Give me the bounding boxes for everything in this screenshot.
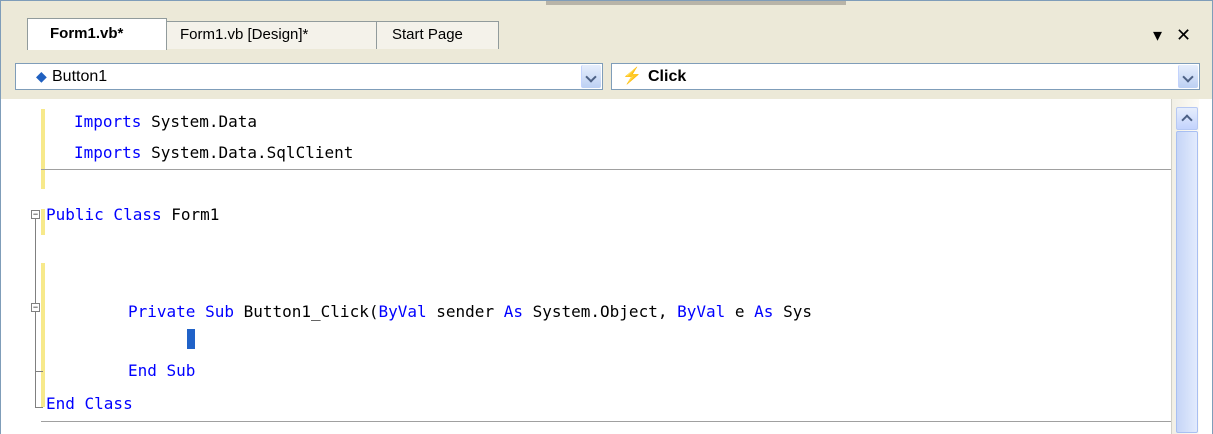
code-line: End Sub [128,358,195,384]
code-text: System.Data [141,112,258,131]
keyword: As [503,302,523,321]
navigation-bar: ◆ Button1 ⚡ Click [1,49,1212,99]
outline-line [35,312,36,407]
keyword: Public Class [46,205,162,224]
code-line: Imports System.Data [74,109,257,135]
keyword: End Sub [128,361,196,380]
outline-line [35,219,36,307]
close-icon[interactable]: ✕ [1176,25,1191,46]
vertical-scrollbar[interactable] [1171,99,1200,434]
code-editor-window: Start Page Form1.vb [Design]* Form1.vb* … [0,0,1213,434]
tab-start-page[interactable]: Start Page [369,21,499,49]
collapse-icon[interactable]: − [31,303,40,312]
event-combo[interactable]: ⚡ Click [611,63,1200,90]
tab-form1-design[interactable]: Form1.vb [Design]* [157,21,377,49]
document-tabstrip: Start Page Form1.vb [Design]* Form1.vb* … [1,1,1212,50]
code-text: Sys [773,302,812,321]
chevron-down-icon[interactable] [581,65,601,88]
keyword: Imports [74,143,142,162]
code-line: End Class [46,391,133,417]
code-text: System.Data.SqlClient [141,143,354,162]
code-text: Form1 [161,205,220,224]
code-area[interactable]: Imports System.Data Imports System.Data.… [41,99,1171,434]
scroll-thumb[interactable] [1176,131,1198,433]
tab-label: Form1.vb* [50,25,124,42]
object-combo-value: Button1 [52,68,108,85]
editor-gutter: − − [1,99,45,434]
triangle-down-icon[interactable]: ▾ [1153,25,1162,46]
code-text: sender [426,302,504,321]
line-separator [41,169,1171,170]
tab-label: Form1.vb [Design]* [180,26,309,43]
scroll-up-icon[interactable] [1176,107,1198,130]
tab-label: Start Page [392,26,463,43]
line-separator [41,421,1171,422]
keyword: ByVal [677,302,726,321]
chevron-down-icon[interactable] [1178,65,1198,88]
code-text: e [725,302,755,321]
keyword: As [754,302,774,321]
keyword: Imports [74,112,142,131]
text-caret [187,329,195,349]
keyword: Private Sub [128,302,234,321]
object-combo[interactable]: ◆ Button1 [15,63,603,90]
code-editor[interactable]: − − Imports System.Data Imports System.D… [1,99,1171,434]
event-combo-value: Click [648,68,687,85]
lightning-icon: ⚡ [622,68,642,85]
keyword: End Class [46,394,133,413]
code-line: Imports System.Data.SqlClient [74,140,353,166]
code-line: Public Class Form1 [46,202,219,228]
editor-margin [1199,99,1212,434]
tab-form1-vb[interactable]: Form1.vb* [27,18,167,50]
keyword: ByVal [378,302,427,321]
code-text: System.Object, [522,302,678,321]
collapse-icon[interactable]: − [31,210,40,219]
code-line: Private Sub Button1_Click(ByVal sender A… [128,299,812,325]
control-icon: ◆ [36,68,47,84]
code-text: Button1_Click( [233,302,379,321]
